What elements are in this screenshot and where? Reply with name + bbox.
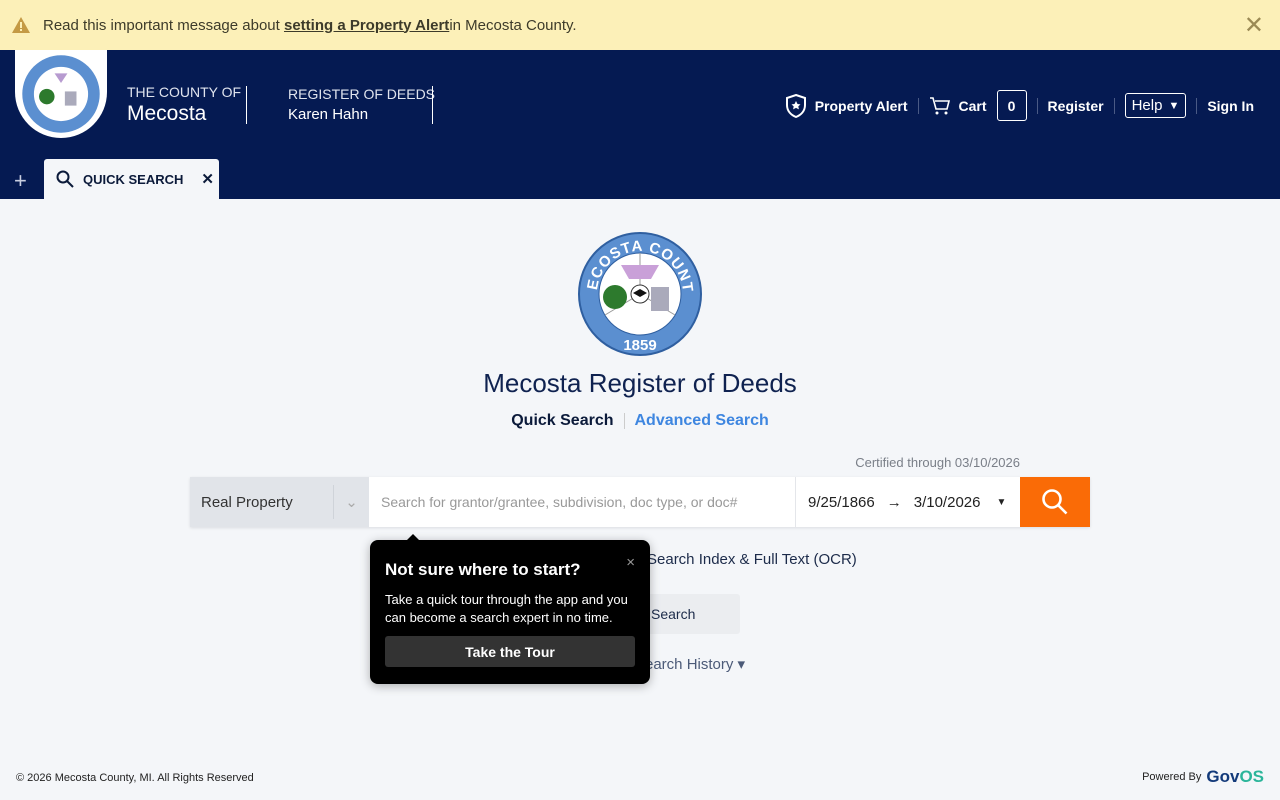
sign-in-link[interactable]: Sign In (1207, 98, 1254, 114)
search-input[interactable] (369, 477, 795, 527)
tour-popover: × Not sure where to start? Take a quick … (370, 534, 650, 684)
caret-down-icon: ▼ (1168, 99, 1180, 112)
powered-label: Powered By (1142, 771, 1202, 783)
powered-by[interactable]: Powered By GovOS (1142, 767, 1264, 787)
divider (623, 413, 625, 429)
divider (1113, 97, 1115, 114)
header: THE COUNTY OF Mecosta REGISTER OF DEEDS … (0, 50, 1280, 199)
office-label: REGISTER OF DEEDS (288, 86, 436, 102)
header-nav: Property Alert Cart 0 Register Help ▼ Sig… (785, 90, 1254, 121)
property-alert-button[interactable]: Property Alert (785, 93, 908, 118)
office-title: REGISTER OF DEEDS Karen Hahn (288, 86, 435, 123)
close-icon[interactable]: ✕ (1244, 11, 1264, 40)
cart-icon (929, 96, 950, 114)
take-tour-button[interactable]: Take the Tour (385, 636, 635, 667)
alert-banner: Read this important message about settin… (0, 0, 1280, 50)
officer-name: Karen Hahn (288, 106, 369, 123)
cart-button[interactable]: Cart (929, 96, 987, 116)
search-scope-option[interactable]: Search Index & Full Text (OCR) (647, 551, 857, 568)
add-tab-button[interactable]: + (14, 168, 27, 194)
county-label: THE COUNTY OF (127, 84, 242, 100)
divider (1196, 97, 1198, 114)
divider (246, 86, 247, 124)
tour-title: Not sure where to start? (385, 560, 581, 579)
close-icon[interactable]: × (626, 554, 635, 571)
county-seal-icon (22, 55, 100, 133)
search-icon (56, 170, 74, 188)
chevron-down-icon: ⌄ (333, 485, 369, 519)
cart-label: Cart (958, 97, 987, 114)
certified-date: Certified through 03/10/2026 (855, 455, 1020, 470)
property-alert-link[interactable]: setting a Property Alert (284, 17, 449, 34)
search-bar: Real Property ⌄ 9/25/1866 → 3/10/2026 ▼ (190, 477, 1090, 527)
property-alert-label: Property Alert (814, 97, 908, 114)
advanced-search-link[interactable]: Advanced Search (635, 412, 769, 430)
county-title: THE COUNTY OF Mecosta (127, 84, 241, 126)
seal-year: 1859 (623, 337, 656, 354)
register-link[interactable]: Register (1048, 98, 1104, 114)
warning-icon (12, 17, 30, 33)
divider (1036, 97, 1038, 114)
divider (917, 97, 919, 114)
tab-label: QUICK SEARCH (83, 171, 184, 187)
date-to: 3/10/2026 (913, 493, 981, 511)
search-type-value: Real Property (201, 493, 293, 511)
cart-count-badge: 0 (996, 90, 1027, 121)
county-logo[interactable] (15, 50, 107, 138)
help-dropdown[interactable]: Help ▼ (1124, 93, 1187, 118)
close-tab-icon[interactable]: ✕ (201, 170, 214, 188)
alert-prefix: Read this important message about (43, 16, 280, 34)
divider (432, 86, 433, 124)
copyright: © 2026 Mecosta County, MI. All Rights Re… (16, 772, 254, 784)
date-from: 9/25/1866 (808, 493, 875, 511)
shield-star-icon (785, 93, 806, 118)
search-history-toggle[interactable]: earch History ▾ (645, 655, 745, 673)
page-title: Mecosta Register of Deeds (483, 368, 797, 398)
tour-body: Take a quick tour through the app and yo… (385, 592, 628, 625)
quick-search-mode[interactable]: Quick Search (511, 412, 613, 430)
county-seal: MECOSTA COUNTY 1859 (570, 218, 703, 362)
date-range-picker[interactable]: 9/25/1866 → 3/10/2026 ▼ (795, 477, 1020, 527)
caret-down-icon: ▼ (996, 496, 1007, 508)
govos-logo: GovOS (1206, 767, 1264, 786)
tab-quick-search[interactable]: QUICK SEARCH ✕ (44, 159, 219, 199)
search-type-select[interactable]: Real Property ⌄ (190, 477, 369, 527)
search-mode-switch: Quick Search Advanced Search (0, 412, 1280, 430)
arrow-right-icon: → (886, 493, 902, 511)
county-name: Mecosta (127, 102, 207, 125)
alert-suffix: in Mecosta County. (449, 16, 577, 34)
search-button[interactable] (1020, 477, 1090, 527)
search-icon (1042, 489, 1068, 515)
help-label: Help (1131, 97, 1163, 114)
